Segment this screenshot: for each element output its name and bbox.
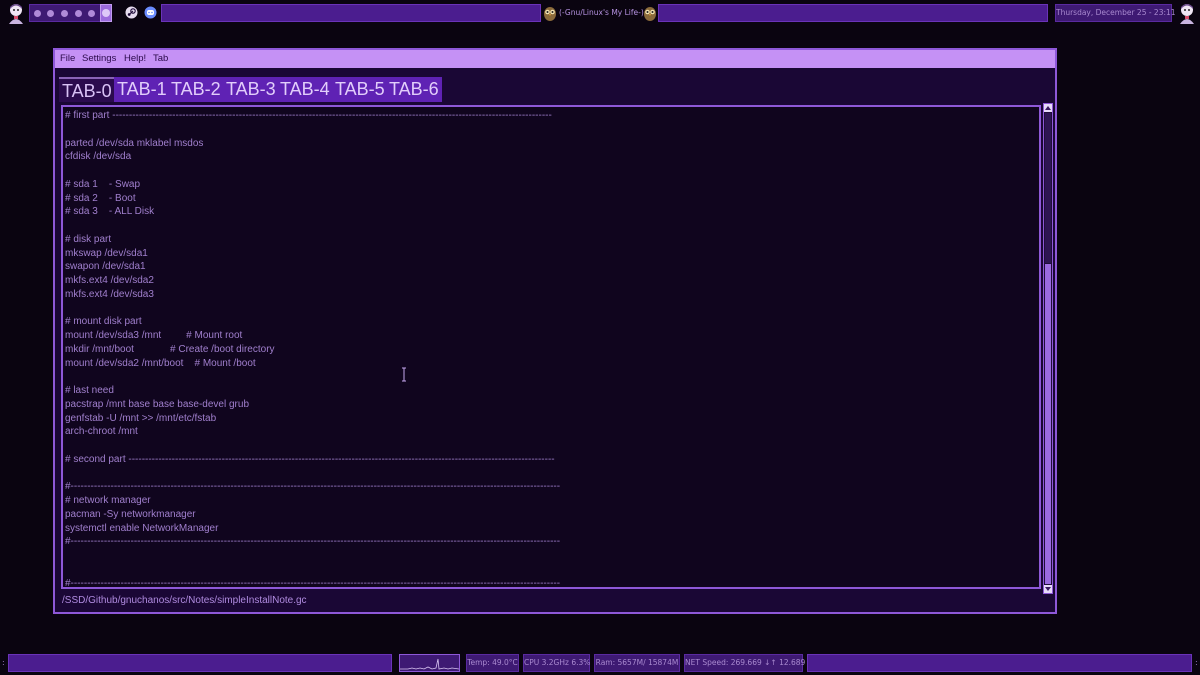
workspace-switcher[interactable]: [29, 4, 112, 22]
code-line[interactable]: [65, 549, 1035, 563]
code-line[interactable]: # second part --------------------------…: [65, 453, 1035, 467]
code-line[interactable]: # sda 3 - ALL Disk: [65, 205, 1035, 219]
tab-5[interactable]: TAB-5: [332, 77, 388, 102]
code-line[interactable]: cfdisk /dev/sda: [65, 150, 1035, 164]
workspace-dot-2[interactable]: [47, 10, 54, 17]
editor-window: File Settings Help! Tab TAB-0 TAB-1 TAB-…: [53, 48, 1057, 614]
code-line[interactable]: pacman -Sy networkmanager: [65, 508, 1035, 522]
discord-icon[interactable]: [144, 6, 157, 19]
bottom-taskbar-right[interactable]: [807, 654, 1192, 672]
code-line[interactable]: # sda 2 - Boot: [65, 192, 1035, 206]
workspace-dot-6-active[interactable]: [100, 4, 112, 22]
menu-settings[interactable]: Settings: [82, 53, 116, 64]
code-line[interactable]: [65, 123, 1035, 137]
cpu-readout: CPU 3.2GHz 6.3%: [523, 654, 590, 672]
cpu-graph: [399, 654, 460, 672]
ram-readout: Ram: 5657M/ 15874M: [594, 654, 680, 672]
taskbar-left[interactable]: [161, 4, 541, 22]
scroll-down-icon[interactable]: [1044, 585, 1052, 593]
bottom-taskbar-left[interactable]: [8, 654, 392, 672]
code-line[interactable]: #---------------------------------------…: [65, 480, 1035, 494]
code-line[interactable]: # last need: [65, 384, 1035, 398]
scroll-thumb[interactable]: [1045, 264, 1051, 584]
user-avatar-icon[interactable]: [5, 2, 27, 24]
code-line[interactable]: mkfs.ext4 /dev/sda2: [65, 274, 1035, 288]
owl-icon: [643, 5, 657, 21]
code-line[interactable]: pacstrap /mnt base base base-devel grub: [65, 398, 1035, 412]
menubar: File Settings Help! Tab: [55, 50, 1055, 68]
scroll-track[interactable]: [1045, 113, 1051, 263]
menu-help[interactable]: Help!: [124, 53, 146, 64]
code-line[interactable]: mkdir /mnt/boot # Create /boot directory: [65, 343, 1035, 357]
code-line[interactable]: swapon /dev/sda1: [65, 260, 1035, 274]
file-path: /SSD/Github/gnuchanos/src/Notes/simpleIn…: [62, 595, 307, 606]
tab-bar: TAB-0 TAB-1 TAB-2 TAB-3 TAB-4 TAB-5 TAB-…: [59, 72, 459, 102]
vertical-scrollbar[interactable]: [1043, 103, 1053, 594]
code-line[interactable]: mkswap /dev/sda1: [65, 247, 1035, 261]
code-line[interactable]: mkfs.ext4 /dev/sda3: [65, 288, 1035, 302]
workspace-dot-4[interactable]: [75, 10, 82, 17]
code-line[interactable]: [65, 370, 1035, 384]
menu-file[interactable]: File: [60, 53, 75, 64]
steam-icon[interactable]: [125, 6, 138, 19]
menu-tab[interactable]: Tab: [153, 53, 168, 64]
code-line[interactable]: mount /dev/sda2 /mnt/boot # Mount /boot: [65, 357, 1035, 371]
panel-handle-left[interactable]: :: [2, 659, 5, 667]
workspace-dot-3[interactable]: [61, 10, 68, 17]
taskbar-right[interactable]: [658, 4, 1048, 22]
tab-1[interactable]: TAB-1: [114, 77, 170, 102]
code-line[interactable]: # network manager: [65, 494, 1035, 508]
code-line[interactable]: parted /dev/sda mklabel msdos: [65, 137, 1035, 151]
code-line[interactable]: [65, 302, 1035, 316]
net-readout: NET Speed: 269.669 ↓↑ 12.689: [684, 654, 805, 672]
temp-readout: Temp: 49.0°C: [466, 654, 519, 672]
tab-6[interactable]: TAB-6: [386, 77, 442, 102]
code-line[interactable]: systemctl enable NetworkManager: [65, 522, 1035, 536]
code-line[interactable]: # mount disk part: [65, 315, 1035, 329]
text-editor[interactable]: # first part ---------------------------…: [61, 105, 1041, 589]
code-line[interactable]: #---------------------------------------…: [65, 535, 1035, 549]
code-line[interactable]: [65, 164, 1035, 178]
workspace-dot-5[interactable]: [88, 10, 95, 17]
code-content[interactable]: # first part ---------------------------…: [65, 109, 1035, 588]
clock[interactable]: Thursday, December 25 - 23:11: [1055, 4, 1176, 22]
code-line[interactable]: mount /dev/sda3 /mnt # Mount root: [65, 329, 1035, 343]
user-avatar-icon[interactable]: [1176, 2, 1198, 24]
code-line[interactable]: # first part ---------------------------…: [65, 109, 1035, 123]
code-line[interactable]: # sda 1 - Swap: [65, 178, 1035, 192]
code-line[interactable]: #---------------------------------------…: [65, 577, 1035, 588]
tab-2[interactable]: TAB-2: [168, 77, 224, 102]
code-line[interactable]: [65, 467, 1035, 481]
code-line[interactable]: genfstab -U /mnt >> /mnt/etc/fstab: [65, 412, 1035, 426]
owl-icon: [543, 5, 557, 21]
code-line[interactable]: [65, 439, 1035, 453]
panel-title: (-Gnu/Linux's My Life-): [559, 8, 644, 17]
code-line[interactable]: arch-chroot /mnt: [65, 425, 1035, 439]
text-cursor-icon: [402, 367, 406, 382]
panel-handle-right[interactable]: :: [1195, 659, 1198, 667]
tab-3[interactable]: TAB-3: [223, 77, 279, 102]
tab-4[interactable]: TAB-4: [277, 77, 333, 102]
workspace-dot-1[interactable]: [34, 10, 41, 17]
code-line[interactable]: # disk part: [65, 233, 1035, 247]
code-line[interactable]: [65, 563, 1035, 577]
top-panel: (-Gnu/Linux's My Life-) Thursday, Decemb…: [0, 0, 1200, 26]
code-line[interactable]: [65, 219, 1035, 233]
tab-0[interactable]: TAB-0: [59, 77, 115, 102]
scroll-up-icon[interactable]: [1044, 104, 1052, 112]
